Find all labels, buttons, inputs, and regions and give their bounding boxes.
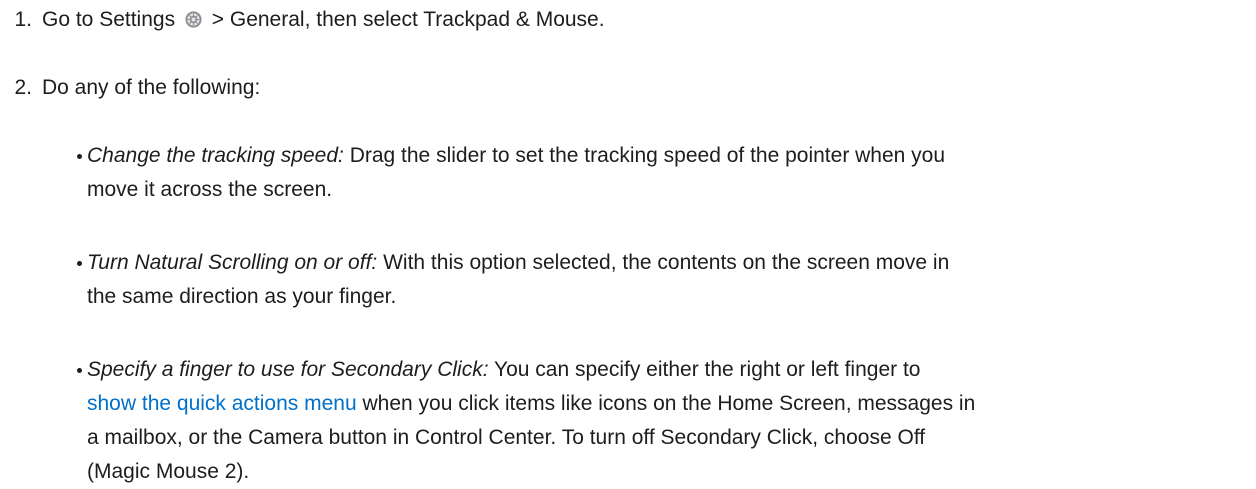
option-description: Drag the slider to set the tracking spee…: [349, 144, 946, 167]
option-term: Specify a finger to use for Secondary Cl…: [87, 358, 489, 381]
quick-actions-menu-link[interactable]: show the quick actions menu: [87, 392, 357, 415]
list-item-line: the same direction as your finger.: [87, 285, 397, 308]
list-item-natural-scrolling: Turn Natural Scrolling on or off: With t…: [77, 246, 1247, 314]
list-item-tracking-speed: Change the tracking speed: Drag the slid…: [77, 139, 1247, 207]
step-text-continued: > General, then select Trackpad & Mouse.: [211, 8, 605, 31]
step-1: 1. Go to Settings > General, then select …: [0, 3, 605, 37]
settings-gear-icon: [185, 11, 202, 28]
list-item-line: Turn Natural Scrolling on or off: With t…: [87, 246, 1247, 280]
list-item-line: a mailbox, or the Camera button in Contr…: [87, 426, 926, 449]
bullet-dot: [77, 154, 82, 159]
option-description: You can specify either the right or left…: [494, 358, 921, 381]
option-description: With this option selected, the contents …: [383, 251, 950, 274]
bullet-dot: [77, 368, 82, 373]
list-item-line: show the quick actions menu when you cli…: [87, 387, 1247, 421]
list-item-secondary-click: Specify a finger to use for Secondary Cl…: [77, 353, 1247, 489]
step-text: Go to Settings: [42, 8, 176, 31]
list-item-line: Specify a finger to use for Secondary Cl…: [87, 353, 1247, 387]
list-item-line: (Magic Mouse 2).: [87, 460, 250, 483]
step-number: 1.: [14, 8, 32, 31]
option-description-continued: when you click items like icons on the H…: [362, 392, 976, 415]
list-item-line: move it across the screen.: [87, 178, 333, 201]
step-number: 2.: [14, 76, 32, 99]
bullet-dot: [77, 261, 82, 266]
instructions-document: 1. Go to Settings > General, then select …: [0, 0, 1256, 483]
step-2: 2. Do any of the following:: [0, 71, 260, 105]
option-term: Change the tracking speed:: [87, 144, 344, 167]
step-text: Do any of the following:: [42, 76, 261, 99]
option-term: Turn Natural Scrolling on or off:: [87, 251, 378, 274]
list-item-line: Change the tracking speed: Drag the slid…: [87, 139, 1247, 173]
